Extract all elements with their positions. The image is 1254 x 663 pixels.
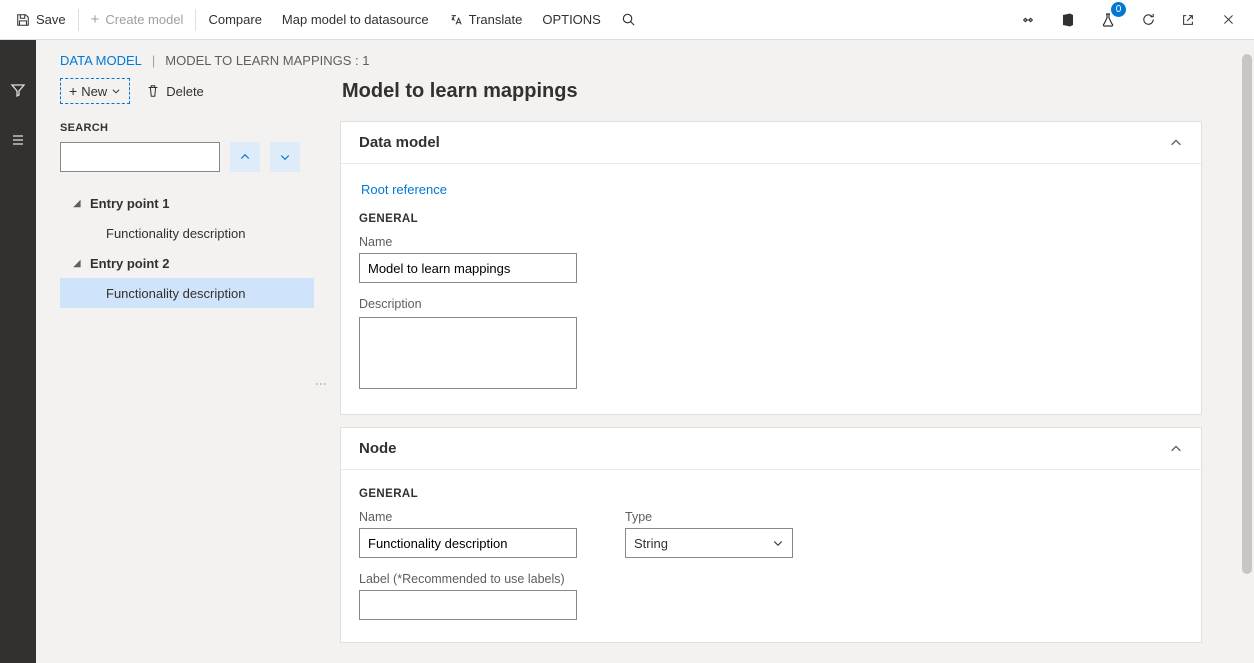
node-card: Node GENERAL Name [340, 427, 1202, 643]
search-input[interactable] [60, 142, 220, 172]
splitter-handle[interactable]: ⋮ [314, 378, 328, 389]
translate-icon [449, 13, 463, 27]
tree-entry-point-2[interactable]: ◢ Entry point 2 [60, 248, 314, 278]
tree-child-2-selected[interactable]: Functionality description [60, 278, 314, 308]
chevron-up-icon [1169, 136, 1183, 150]
map-model-label: Map model to datasource [282, 12, 429, 27]
chevron-down-icon [772, 537, 784, 549]
create-model-button: + Create model [81, 0, 194, 39]
popout-icon [1181, 13, 1195, 27]
chevron-up-icon [1169, 442, 1183, 456]
node-name-label: Name [359, 510, 577, 524]
tree-child-1[interactable]: Functionality description [60, 218, 314, 248]
node-type-value: String [634, 536, 668, 551]
refresh-button[interactable] [1128, 0, 1168, 40]
options-button[interactable]: OPTIONS [532, 0, 611, 39]
tree-label: Functionality description [106, 286, 245, 301]
page-title: Model to learn mappings [342, 80, 1202, 103]
node-name-input[interactable] [359, 528, 577, 558]
close-button[interactable] [1208, 0, 1248, 40]
search-label: SEARCH [60, 122, 314, 134]
plus-icon: + [91, 11, 100, 28]
search-prev-button[interactable] [230, 142, 260, 172]
node-label-input[interactable] [359, 590, 577, 620]
save-icon [16, 13, 30, 27]
tree-label: Functionality description [106, 226, 245, 241]
breadcrumb-root[interactable]: DATA MODEL [60, 53, 142, 68]
model-tree: ◢ Entry point 1 Functionality descriptio… [60, 188, 314, 308]
top-toolbar: Save + Create model Compare Map model to… [0, 0, 1254, 40]
card-title: Node [359, 440, 397, 457]
caret-down-icon: ◢ [72, 198, 82, 209]
description-field-label: Description [359, 297, 1183, 311]
scrollbar-thumb[interactable] [1242, 54, 1252, 574]
collapse-card-button[interactable] [1169, 442, 1183, 456]
search-next-button[interactable] [270, 142, 300, 172]
card-title: Data model [359, 134, 440, 151]
translate-button[interactable]: Translate [439, 0, 533, 39]
chevron-down-icon [279, 151, 291, 163]
toolbar-separator [195, 9, 196, 31]
translate-label: Translate [469, 12, 523, 27]
plus-icon: + [69, 83, 77, 99]
node-type-label: Type [625, 510, 793, 524]
compare-button[interactable]: Compare [198, 0, 271, 39]
caret-down-icon: ◢ [72, 258, 82, 269]
map-model-button[interactable]: Map model to datasource [272, 0, 439, 39]
root-reference-link[interactable]: Root reference [361, 178, 447, 209]
chevron-down-icon [111, 86, 121, 96]
connector-icon-button[interactable] [1008, 0, 1048, 40]
search-icon [621, 12, 636, 27]
list-rail-button[interactable] [2, 124, 34, 156]
node-type-select[interactable]: String [625, 528, 793, 558]
toolbar-separator [78, 9, 79, 31]
new-label: New [81, 84, 107, 99]
notification-count: 0 [1111, 2, 1126, 17]
main-area: DATA MODEL | MODEL TO LEARN MAPPINGS : 1… [36, 40, 1254, 663]
details-pane: Model to learn mappings Data model Root … [326, 78, 1230, 659]
save-button[interactable]: Save [6, 0, 76, 39]
delete-button[interactable]: Delete [140, 80, 210, 103]
tree-pane: + New Delete SEARCH [60, 78, 326, 659]
create-model-label: Create model [105, 12, 183, 27]
office-icon [1060, 12, 1076, 28]
chevron-up-icon [239, 151, 251, 163]
general-group-label: GENERAL [359, 488, 1183, 500]
trash-icon [146, 84, 160, 98]
collapse-card-button[interactable] [1169, 136, 1183, 150]
left-rail [0, 40, 36, 663]
model-name-input[interactable] [359, 253, 577, 283]
node-label-label: Label (*Recommended to use labels) [359, 572, 577, 586]
breadcrumb-current: MODEL TO LEARN MAPPINGS : 1 [165, 53, 369, 68]
new-button[interactable]: + New [60, 78, 130, 104]
name-field-label: Name [359, 235, 1183, 249]
office-button[interactable] [1048, 0, 1088, 40]
model-description-input[interactable] [359, 317, 577, 389]
save-label: Save [36, 12, 66, 27]
options-label: OPTIONS [542, 12, 601, 27]
tree-label: Entry point 1 [90, 196, 169, 211]
tree-label: Entry point 2 [90, 256, 169, 271]
delete-label: Delete [166, 84, 204, 99]
compare-label: Compare [208, 12, 261, 27]
breadcrumb: DATA MODEL | MODEL TO LEARN MAPPINGS : 1 [36, 40, 1254, 78]
close-icon [1222, 13, 1235, 26]
refresh-icon [1141, 12, 1156, 27]
connector-icon [1021, 13, 1035, 27]
notification-button[interactable]: 0 [1088, 0, 1128, 40]
list-icon [10, 132, 26, 148]
breadcrumb-sep: | [152, 53, 155, 68]
general-group-label: GENERAL [359, 213, 1183, 225]
filter-icon [10, 82, 26, 98]
filter-rail-button[interactable] [2, 74, 34, 106]
tree-entry-point-1[interactable]: ◢ Entry point 1 [60, 188, 314, 218]
data-model-card: Data model Root reference GENERAL Name [340, 121, 1202, 415]
search-toolbar-button[interactable] [611, 0, 646, 39]
popout-button[interactable] [1168, 0, 1208, 40]
